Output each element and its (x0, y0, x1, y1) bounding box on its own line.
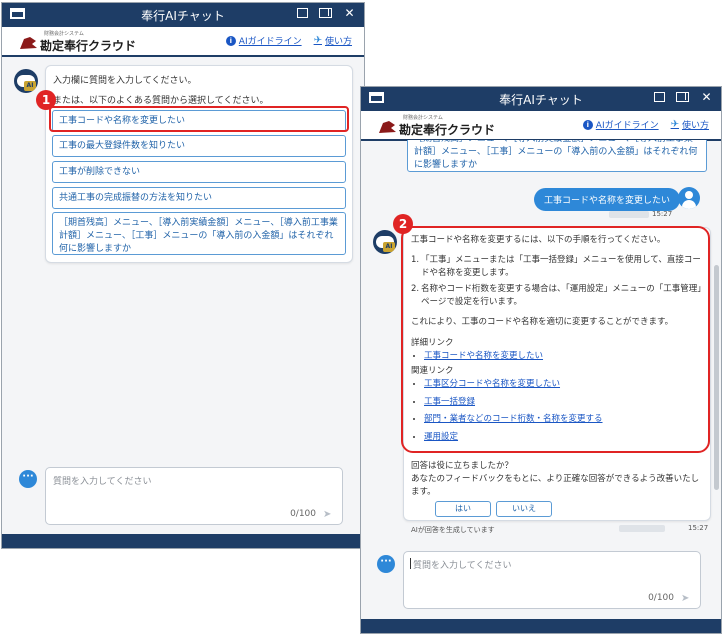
close-icon[interactable]: ✕ (700, 91, 713, 104)
user-message: 工事コードや名称を変更したい (534, 188, 681, 211)
timestamp: 15:27 (688, 524, 709, 532)
popout-icon[interactable] (654, 92, 665, 102)
chat-icon (19, 470, 37, 488)
faq-option[interactable]: ［期首残高］メニュー、［導入前実績金額］メニュー、［導入前工事業計額］メニュー、… (407, 140, 707, 172)
timestamp: 15:27 (652, 210, 673, 218)
callout-badge: 2 (393, 214, 413, 234)
close-icon[interactable]: ✕ (343, 7, 356, 20)
info-icon: i (582, 119, 593, 130)
info-icon: i (225, 35, 236, 46)
redacted-text (619, 525, 665, 532)
app-header: 財務会計システム 勘定奉行クラウド i AIガイドライン ✈ 使い方 (2, 27, 364, 57)
feedback-note: あなたのフィードバックをもとに、より正確な回答ができるよう改善いたします。 (411, 474, 700, 497)
bot-avatar: AI (373, 230, 397, 254)
title-bar: 奉行AIチャット ✕ (2, 3, 364, 27)
greeting-line-2: または、以下のよくある質問から選択してください。 (53, 96, 269, 106)
input-placeholder: 質問を入力してください (413, 561, 512, 571)
input-placeholder: 質問を入力してください (53, 477, 152, 487)
how-to-use-label: 使い方 (681, 121, 709, 131)
char-counter: 0/100 (648, 593, 674, 603)
scrollbar[interactable] (714, 265, 719, 490)
logo-subtitle: 財務会計システム (403, 115, 443, 121)
char-counter: 0/100 (290, 509, 316, 519)
ai-guideline-label: AIガイドライン (595, 121, 659, 131)
chat-window-2: 奉行AIチャット ✕ 財務会計システム 勘定奉行クラウド i AIガイドライン ✈… (360, 86, 722, 634)
bird-icon: ✈ (313, 35, 322, 46)
faq-option[interactable]: 工事が削除できない (52, 161, 346, 183)
question-input[interactable]: 質問を入力してください 0/100 ➤ (403, 551, 701, 609)
bird-icon: ✈ (670, 119, 679, 130)
how-to-use-link[interactable]: ✈ 使い方 (671, 118, 709, 131)
user-avatar (678, 187, 700, 209)
feedback-question: 回答は役に立ちましたか？ (411, 461, 514, 471)
ai-disclaimer: AIが回答を生成しています (411, 526, 495, 534)
popout-icon[interactable] (297, 8, 308, 18)
footer-bar (2, 534, 364, 548)
no-button[interactable]: いいえ (496, 501, 552, 517)
yes-button[interactable]: はい (435, 501, 491, 517)
dock-icon[interactable] (319, 8, 332, 18)
logo-text: 勘定奉行クラウド (40, 39, 137, 53)
dock-icon[interactable] (676, 92, 689, 102)
send-icon[interactable]: ➤ (323, 510, 334, 520)
send-icon[interactable]: ➤ (681, 594, 692, 604)
redacted-text (609, 211, 649, 218)
logo-mark-icon (20, 37, 37, 49)
logo-text: 勘定奉行クラウド (399, 123, 496, 137)
chat-window-1: 奉行AIチャット ✕ 財務会計システム 勘定奉行クラウド i AIガイドライン ✈… (1, 2, 365, 549)
faq-option[interactable]: 共通工事の完成振替の方法を知りたい (52, 187, 346, 209)
window-title: 奉行AIチャット (499, 93, 583, 107)
ai-guideline-label: AIガイドライン (238, 37, 302, 47)
how-to-use-label: 使い方 (324, 37, 352, 47)
logo-mark-icon (379, 121, 396, 133)
logo: 財務会計システム 勘定奉行クラウド (18, 30, 138, 54)
highlight-box (49, 106, 349, 132)
greeting-line-1: 入力欄に質問を入力してください。 (53, 76, 197, 86)
faq-option[interactable]: ［期首残高］メニュー、［導入前実績金額］メニュー、［導入前工事業計額］メニュー、… (52, 212, 346, 255)
how-to-use-link[interactable]: ✈ 使い方 (314, 34, 352, 47)
logo-subtitle: 財務会計システム (44, 31, 84, 37)
footer-bar (361, 619, 721, 633)
logo: 財務会計システム 勘定奉行クラウド (377, 114, 497, 138)
window-title: 奉行AIチャット (141, 9, 225, 23)
ai-guideline-link[interactable]: i AIガイドライン (225, 34, 302, 47)
question-input[interactable]: 質問を入力してください 0/100 ➤ (45, 467, 343, 525)
scrolled-content: ［期首残高］メニュー、［導入前実績金額］メニュー、［導入前工事業計額］メニュー、… (407, 140, 707, 172)
title-bar: 奉行AIチャット ✕ (361, 87, 721, 111)
highlight-box (401, 226, 710, 453)
bot-avatar: AI (14, 69, 38, 93)
faq-option[interactable]: 工事の最大登録件数を知りたい (52, 135, 346, 157)
bot-message: 入力欄に質問を入力してください。 または、以下のよくある質問から選択してください… (45, 65, 353, 263)
chat-icon (377, 555, 395, 573)
ai-guideline-link[interactable]: i AIガイドライン (582, 118, 659, 131)
callout-badge: 1 (36, 90, 56, 110)
text-cursor (410, 558, 411, 569)
app-header: 財務会計システム 勘定奉行クラウド i AIガイドライン ✈ 使い方 (361, 111, 721, 141)
